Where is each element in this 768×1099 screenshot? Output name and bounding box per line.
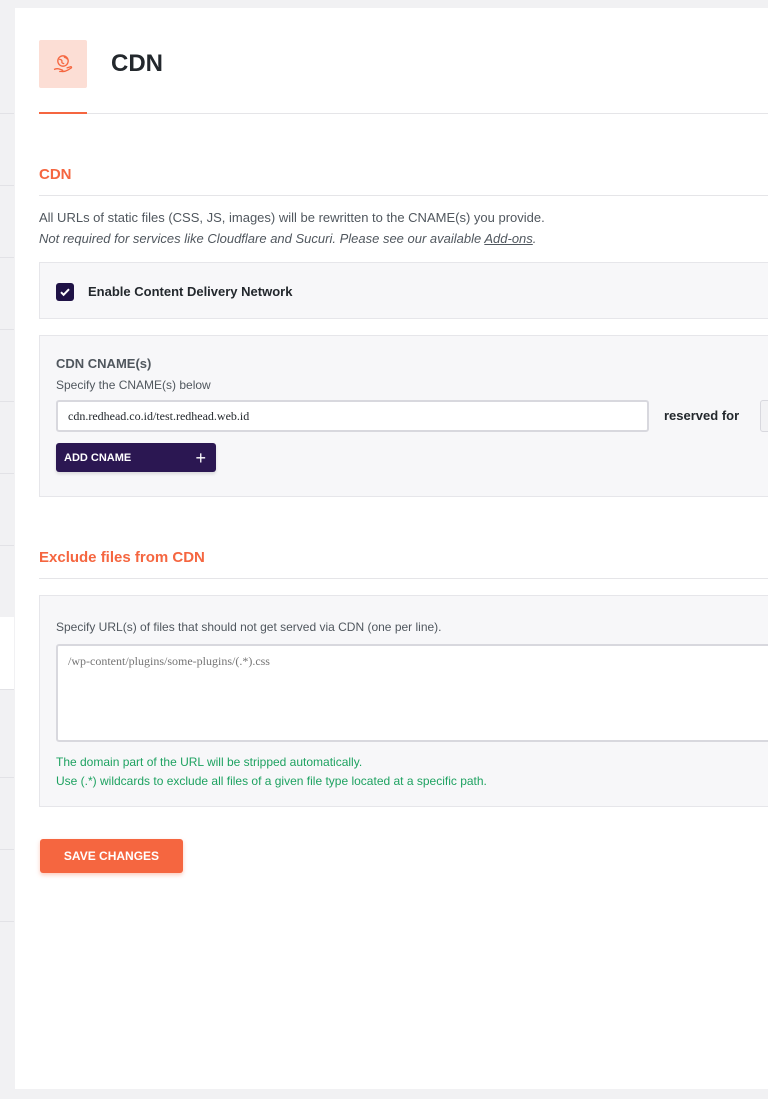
globe-hand-icon [39,40,87,88]
nav-divider [0,257,14,258]
enable-cdn-box: Enable Content Delivery Network [39,262,768,319]
plus-icon: + [195,447,206,468]
add-cname-label: ADD CNAME [64,451,132,464]
section-divider [39,195,768,196]
nav-divider [0,473,14,474]
cdn-section-title: CDN [39,166,72,183]
settings-panel: CDN CDN All URLs of static files (CSS, J… [15,8,768,1089]
exclude-field-label: Specify URL(s) of files that should not … [56,620,442,634]
nav-divider [0,185,14,186]
description-line-1: All URLs of static files (CSS, JS, image… [39,210,545,225]
header-divider [39,113,768,114]
cname-box: CDN CNAME(s) Specify the CNAME(s) below … [39,335,768,497]
nav-divider [0,545,14,546]
save-changes-button[interactable]: SAVE CHANGES [40,839,183,873]
description-line-2-text: Not required for services like Cloudflar… [39,231,485,246]
nav-divider [0,777,14,778]
enable-cdn-label[interactable]: Enable Content Delivery Network [88,284,292,299]
checkmark-icon [60,288,70,297]
enable-cdn-checkbox[interactable] [56,283,74,301]
add-cname-button[interactable]: ADD CNAME + [56,443,216,472]
exclude-section-title: Exclude files from CDN [39,549,205,566]
nav-divider [0,849,14,850]
description-line-2: Not required for services like Cloudflar… [39,228,545,249]
exclude-files-textarea[interactable] [56,644,768,742]
exclude-box: Specify URL(s) of files that should not … [39,595,768,807]
nav-divider [0,329,14,330]
nav-divider [0,401,14,402]
cname-input[interactable] [56,400,649,432]
left-nav-strip [0,0,14,1099]
reserved-for-label: reserved for [664,408,740,423]
header-active-underline [39,112,87,114]
cdn-description: All URLs of static files (CSS, JS, image… [39,207,545,249]
page-title: CDN [111,50,163,77]
helper-text-1: The domain part of the URL will be strip… [56,755,363,769]
helper-text-2: Use (.*) wildcards to exclude all files … [56,774,487,788]
nav-item-active[interactable] [0,617,14,689]
cname-subtitle: Specify the CNAME(s) below [56,378,211,392]
nav-divider [0,113,14,114]
page-header: CDN [39,40,768,114]
nav-divider [0,921,14,922]
add-ons-link[interactable]: Add-ons [484,231,532,246]
reserved-for-select[interactable] [760,400,768,432]
nav-divider [0,689,14,690]
cname-title: CDN CNAME(s) [56,356,152,371]
section-divider [39,578,768,579]
description-line-2-end: . [532,231,537,246]
